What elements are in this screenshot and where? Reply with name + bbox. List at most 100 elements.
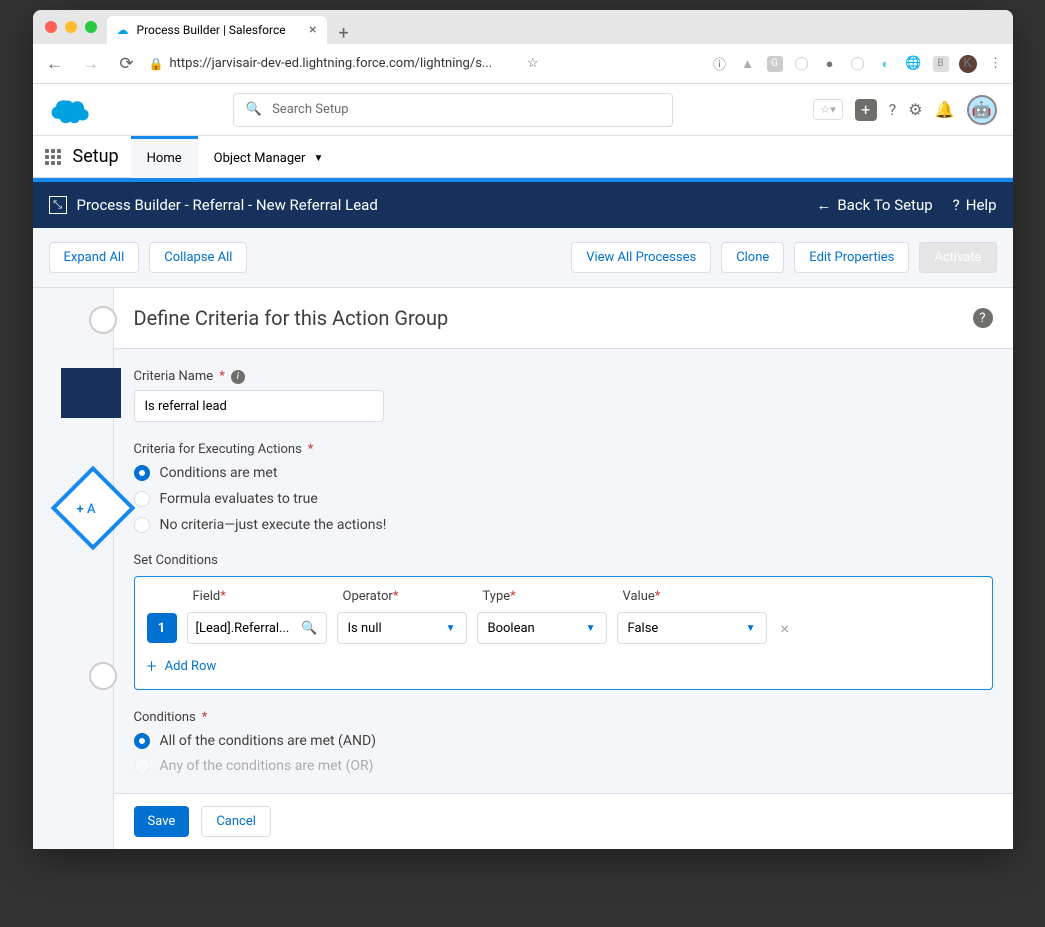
expand-all-button[interactable]: Expand All bbox=[49, 242, 140, 273]
window-minimize-button[interactable] bbox=[65, 21, 77, 33]
type-value: Boolean bbox=[488, 621, 535, 636]
canvas-sidebar: + A bbox=[33, 288, 113, 849]
help-icon[interactable]: ? bbox=[889, 100, 897, 119]
search-input[interactable]: 🔍 Search Setup bbox=[233, 93, 673, 127]
window-controls bbox=[45, 21, 97, 33]
chrome-icon[interactable]: 🌐 bbox=[905, 55, 923, 73]
radio-label: Formula evaluates to true bbox=[160, 491, 318, 507]
process-builder-header: ⤡ Process Builder - Referral - New Refer… bbox=[33, 182, 1013, 228]
extension-icons: ⓘ ▲ G ◯ ● ◯ ◐ 🌐 B K ⋮ bbox=[711, 55, 1005, 73]
add-row-label: Add Row bbox=[165, 659, 217, 674]
value-value: False bbox=[628, 621, 659, 636]
criteria-name-label: Criteria Name bbox=[134, 369, 214, 384]
toolbar: Expand All Collapse All View All Process… bbox=[33, 228, 1013, 288]
setup-gear-icon[interactable]: ⚙ bbox=[908, 100, 922, 119]
panel-help-icon[interactable]: ? bbox=[973, 308, 993, 328]
forward-button[interactable]: → bbox=[77, 54, 105, 74]
radio-label: All of the conditions are met (AND) bbox=[160, 733, 377, 749]
radio-label: Conditions are met bbox=[160, 465, 278, 481]
search-icon: 🔍 bbox=[301, 621, 317, 636]
bookmark-star-icon[interactable]: ☆ bbox=[527, 56, 539, 71]
process-title: Process Builder - Referral - New Referra… bbox=[77, 196, 378, 214]
setup-nav-bar: Setup Home Object Manager ▼ bbox=[33, 136, 1013, 178]
extension-icon-3[interactable]: ◐ bbox=[877, 55, 895, 73]
salesforce-logo-icon bbox=[49, 95, 93, 125]
radio-icon bbox=[134, 465, 150, 481]
search-icon: 🔍 bbox=[246, 102, 262, 117]
value-select[interactable]: False▼ bbox=[617, 612, 767, 644]
conditions-label: Conditions bbox=[134, 710, 196, 725]
operator-select[interactable]: Is null▼ bbox=[337, 612, 467, 644]
plus-icon: + bbox=[147, 656, 157, 677]
collapse-all-button[interactable]: Collapse All bbox=[149, 242, 247, 273]
browser-tab[interactable]: ☁ Process Builder | Salesforce × bbox=[107, 16, 327, 44]
back-to-setup-link[interactable]: ← Back To Setup bbox=[816, 196, 932, 214]
user-avatar[interactable]: 🤖 bbox=[967, 95, 997, 125]
cancel-button[interactable]: Cancel bbox=[201, 806, 271, 837]
radio-formula[interactable]: Formula evaluates to true bbox=[134, 491, 993, 507]
chevron-down-icon: ▼ bbox=[313, 153, 323, 164]
tab-object-manager-label: Object Manager bbox=[214, 151, 306, 166]
clone-button[interactable]: Clone bbox=[721, 242, 784, 273]
radio-icon bbox=[134, 733, 150, 749]
pinterest-icon[interactable]: ● bbox=[821, 55, 839, 73]
activate-button: Activate bbox=[919, 242, 996, 273]
back-button[interactable]: ← bbox=[41, 54, 69, 74]
app-launcher-button[interactable] bbox=[33, 149, 73, 165]
notifications-icon[interactable]: 🔔 bbox=[935, 100, 955, 119]
url-box[interactable]: 🔒 https://jarvisair-dev-ed.lightning.for… bbox=[149, 56, 539, 71]
col-value-label: Value bbox=[623, 589, 655, 604]
profile-avatar[interactable]: K bbox=[959, 55, 977, 73]
criteria-name-input[interactable] bbox=[134, 390, 384, 422]
global-add-button[interactable]: + bbox=[855, 99, 877, 121]
col-operator-label: Operator bbox=[343, 589, 393, 604]
type-select[interactable]: Boolean ▼ bbox=[477, 612, 607, 644]
radio-no-criteria[interactable]: No criteria—just execute the actions! bbox=[134, 517, 993, 533]
new-tab-button[interactable]: + bbox=[339, 23, 349, 44]
field-lookup[interactable]: [Lead].Referral... 🔍 bbox=[187, 612, 327, 644]
window-close-button[interactable] bbox=[45, 21, 57, 33]
grammarly-icon[interactable]: G bbox=[767, 56, 783, 72]
info-icon[interactable]: ⓘ bbox=[711, 55, 729, 73]
lock-icon: 🔒 bbox=[149, 57, 164, 71]
object-node[interactable] bbox=[61, 368, 121, 418]
radio-conditions-met[interactable]: Conditions are met bbox=[134, 465, 993, 481]
caret-down-icon: ▼ bbox=[446, 623, 456, 634]
edit-properties-button[interactable]: Edit Properties bbox=[794, 242, 909, 273]
window-maximize-button[interactable] bbox=[85, 21, 97, 33]
view-all-processes-button[interactable]: View All Processes bbox=[571, 242, 711, 273]
start-node[interactable] bbox=[89, 306, 117, 334]
tab-object-manager[interactable]: Object Manager ▼ bbox=[198, 136, 340, 178]
caret-down-icon: ▼ bbox=[586, 623, 596, 634]
question-icon: ? bbox=[953, 196, 960, 214]
favorites-button[interactable]: ☆▾ bbox=[813, 99, 842, 120]
extension-icon-4[interactable]: B bbox=[933, 56, 949, 72]
save-button[interactable]: Save bbox=[134, 806, 190, 837]
radio-all-and[interactable]: All of the conditions are met (AND) bbox=[134, 733, 993, 749]
tab-home[interactable]: Home bbox=[131, 136, 198, 178]
info-icon[interactable]: i bbox=[231, 370, 245, 384]
end-node[interactable] bbox=[89, 662, 117, 690]
set-conditions-section: Set Conditions Field* Operator* Type* Va… bbox=[134, 553, 993, 690]
exec-criteria-section: Criteria for Executing Actions* Conditio… bbox=[134, 442, 993, 533]
canvas-area: + A Define Criteria for this Action Grou… bbox=[33, 288, 1013, 849]
help-link[interactable]: ? Help bbox=[953, 196, 997, 214]
browser-menu-icon[interactable]: ⋮ bbox=[987, 55, 1005, 73]
add-row-button[interactable]: + Add Row bbox=[147, 656, 980, 677]
col-field-label: Field bbox=[193, 589, 221, 604]
extension-icon[interactable]: ◯ bbox=[793, 55, 811, 73]
panel-header: Define Criteria for this Action Group ? bbox=[114, 288, 1013, 349]
drive-icon[interactable]: ▲ bbox=[739, 55, 757, 73]
extension-icon-2[interactable]: ◯ bbox=[849, 55, 867, 73]
radio-any-or[interactable]: Any of the conditions are met (OR) bbox=[134, 759, 993, 773]
reload-button[interactable]: ⟳ bbox=[113, 54, 141, 74]
set-conditions-label: Set Conditions bbox=[134, 553, 218, 568]
radio-icon bbox=[134, 759, 150, 773]
remove-row-button[interactable]: × bbox=[777, 619, 794, 638]
tab-close-icon[interactable]: × bbox=[309, 22, 316, 38]
help-label: Help bbox=[966, 196, 997, 214]
radio-icon bbox=[134, 517, 150, 533]
collapse-icon[interactable]: ⤡ bbox=[49, 196, 67, 214]
criteria-node[interactable]: + A bbox=[63, 478, 123, 538]
exec-label: Criteria for Executing Actions bbox=[134, 442, 302, 457]
